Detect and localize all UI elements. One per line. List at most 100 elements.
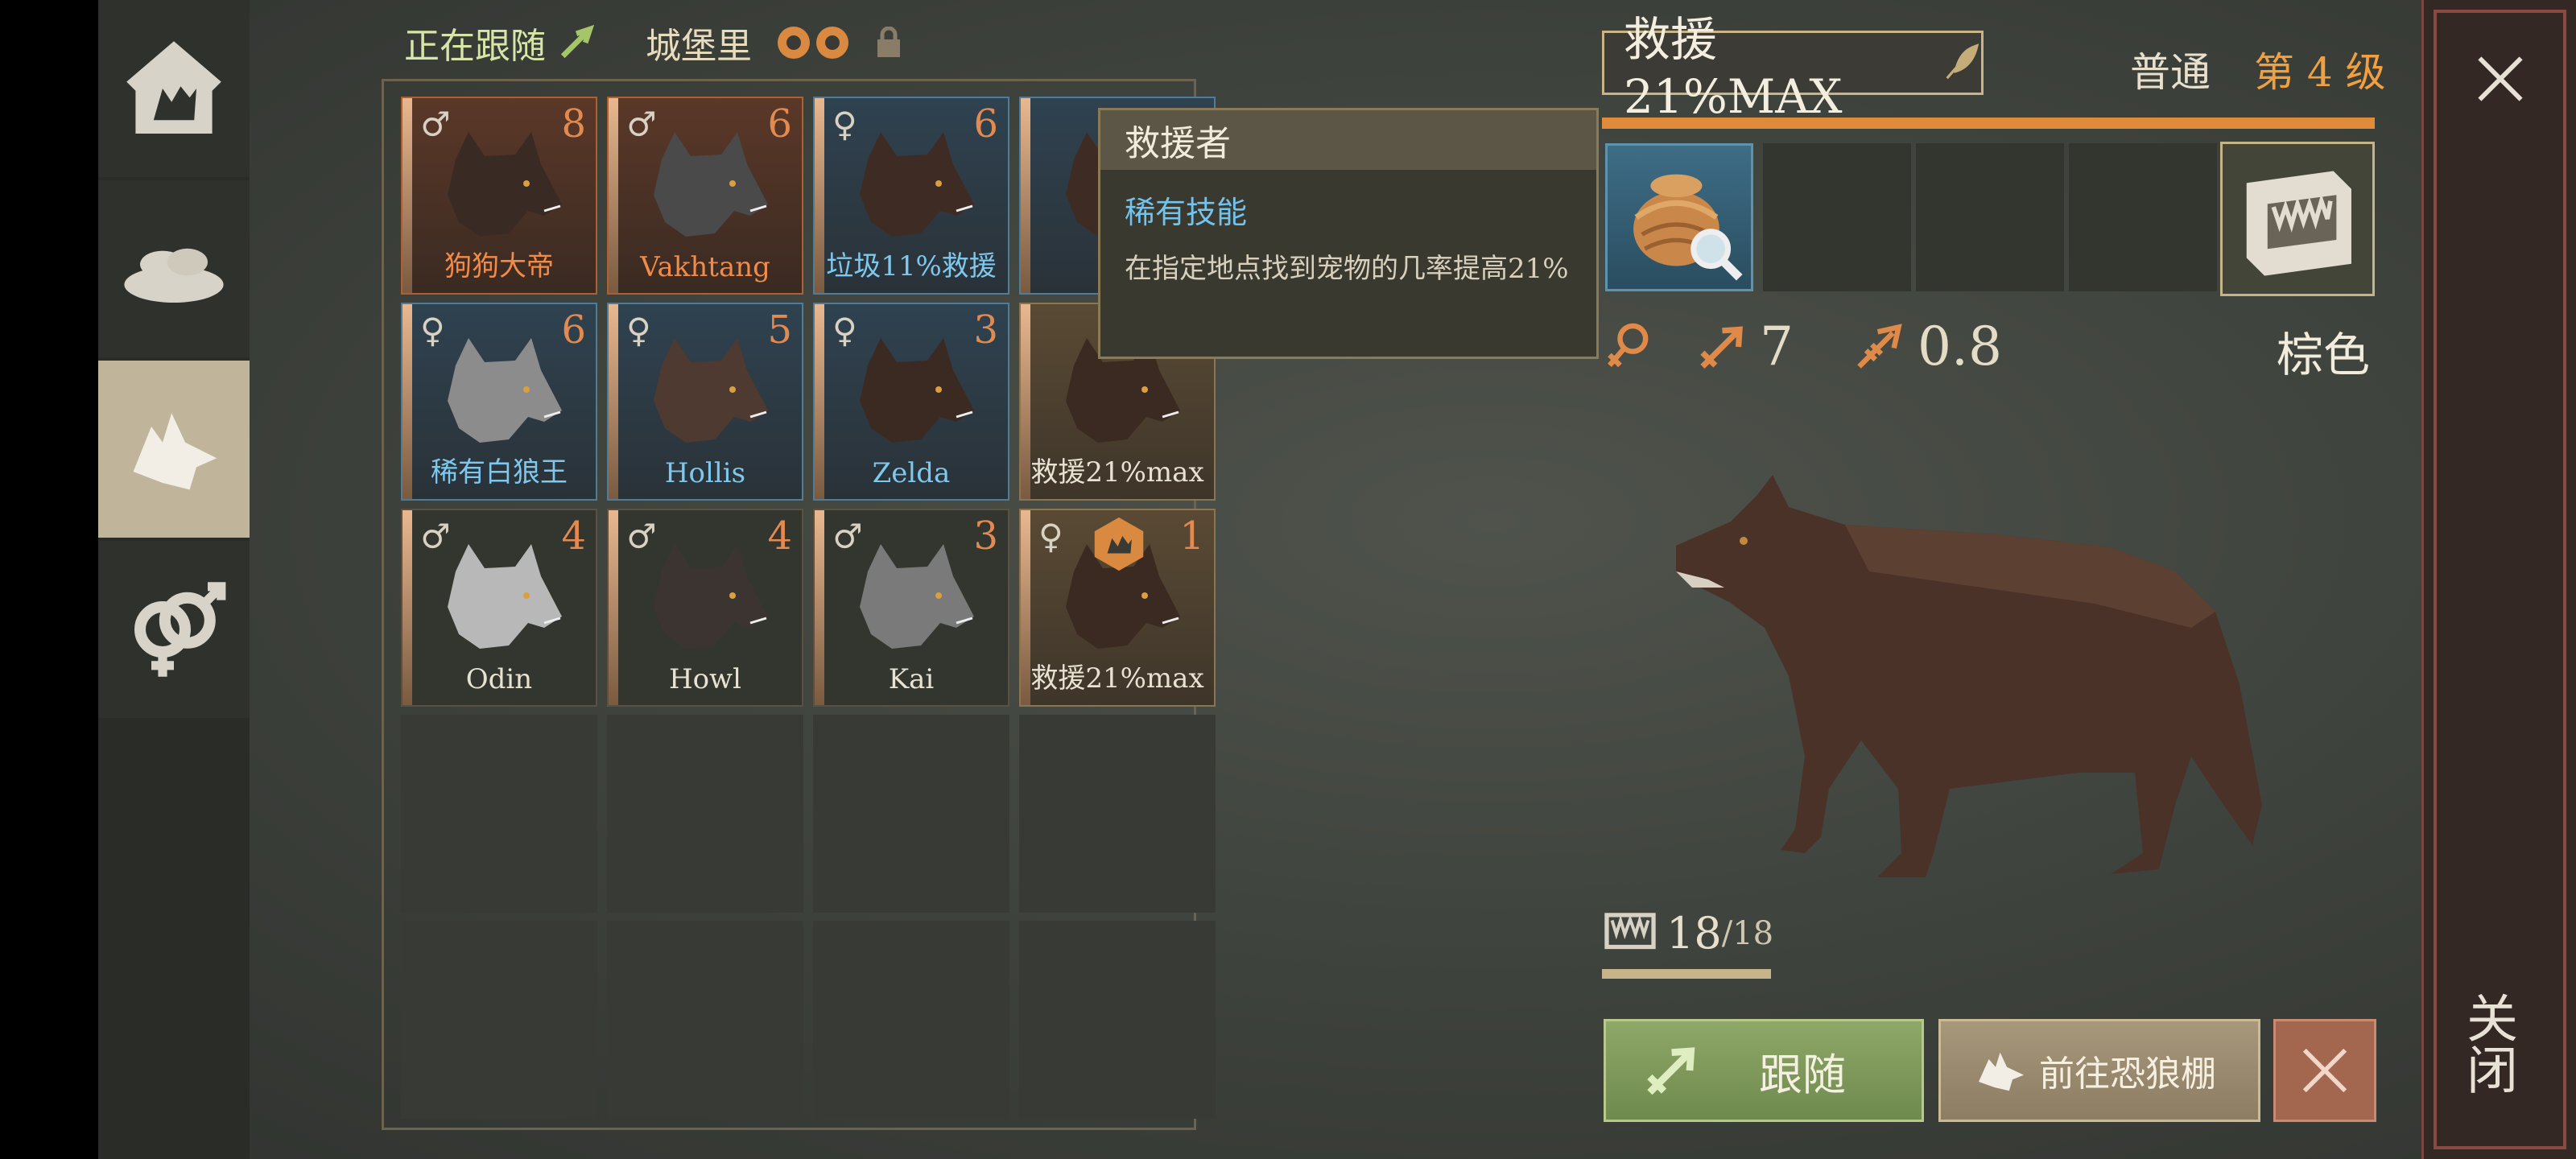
pet-gender: ♀ (832, 311, 857, 350)
pet-level-number: 6 (973, 101, 998, 146)
skill-slot-empty-2[interactable] (1916, 143, 2064, 291)
pet-name-label: 救援21%max (1030, 662, 1204, 695)
pet-level-number: 4 (561, 514, 586, 559)
pet-level-number: 4 (767, 514, 792, 559)
castle-label: 城堡里 (646, 26, 752, 67)
pet-level-number: 6 (767, 101, 792, 146)
skill-book-button[interactable] (2220, 142, 2375, 296)
basket-magnifier-icon (1633, 174, 1743, 281)
release-button[interactable] (2273, 1019, 2376, 1122)
empty-pet-slot[interactable] (813, 715, 1009, 913)
follow-button-label: 跟随 (1759, 1049, 1846, 1100)
tab-house[interactable] (98, 0, 250, 177)
close-icon (2302, 1048, 2347, 1093)
pet-gender: ♀ (626, 311, 651, 350)
hunger-bar (1602, 969, 1771, 979)
pet-rarity: 普通 (2130, 49, 2211, 96)
empty-pet-slot[interactable] (607, 715, 803, 913)
wolf-portrait-icon (860, 544, 974, 649)
follow-button[interactable]: 跟随 (1604, 1019, 1924, 1122)
fur-color: 棕色 (2277, 328, 2371, 382)
tab-pets[interactable] (98, 361, 250, 538)
skill-slot-empty-1[interactable] (1763, 143, 1911, 291)
tooltip-description: 在指定地点找到宠物的几率提高21% (1125, 253, 1569, 285)
gender-icon (134, 582, 226, 677)
female-icon (1608, 323, 1649, 368)
attack-stat: 7 (1692, 316, 1794, 377)
following-badge-icon (1094, 517, 1144, 571)
pet-level-number: 3 (973, 307, 998, 353)
pet-slot[interactable]: ♂ 3 Kai (813, 509, 1009, 707)
skill-tooltip: 救援者 稀有技能 在指定地点找到宠物的几率提高21% (1098, 108, 1599, 359)
hunger-max: /18 (1721, 914, 1774, 952)
wolf-head-icon (1979, 1052, 2024, 1091)
experience-bar (1602, 118, 2375, 129)
wolf-portrait-icon (448, 544, 562, 649)
wolf-portrait-icon (860, 338, 974, 443)
skill-slot-empty-3[interactable] (2069, 143, 2217, 291)
pet-gender: ♀ (420, 311, 445, 350)
castle-header: 城堡里 (646, 14, 903, 71)
pet-slot[interactable]: ♀ 6 垃圾11%救援 (813, 97, 1009, 295)
pet-gender: ♂ (420, 517, 451, 556)
pet-level-number: 3 (973, 514, 998, 559)
pet-name-label: 狗狗大帝 (444, 250, 554, 283)
pet-name-label: 救援21%max (1030, 456, 1204, 489)
empty-pet-slot[interactable] (1019, 921, 1216, 1119)
pet-slot[interactable]: ♀ 1 救援21%max (1019, 509, 1216, 707)
pet-slot[interactable]: ♀ 6 稀有白狼王 (401, 303, 597, 501)
pet-name-label: Vakhtang (640, 251, 770, 283)
pet-name-label: Howl (668, 663, 742, 695)
pet-gender: ♂ (626, 105, 657, 144)
wolf-head-icon (133, 413, 217, 490)
pet-slot[interactable]: ♂ 8 狗狗大帝 (401, 97, 597, 295)
food-bowl-icon (124, 248, 224, 303)
skill-slot-rescuer[interactable] (1605, 143, 1753, 291)
category-sidebar (98, 0, 250, 1159)
pet-level-number: 8 (561, 101, 586, 146)
empty-pet-slot[interactable] (401, 921, 597, 1119)
hunger-current: 18 (1666, 908, 1722, 959)
pet-slot[interactable]: ♂ 4 Odin (401, 509, 597, 707)
wolf-house-icon (126, 41, 221, 134)
speed-stat: 0.8 (1850, 316, 2002, 377)
empty-pet-slot[interactable] (607, 921, 803, 1119)
pet-slot[interactable]: ♂ 6 Vakhtang (607, 97, 803, 295)
tab-breeding[interactable] (98, 541, 250, 718)
wolf-portrait-icon (860, 132, 974, 237)
pet-level: 第 4 级 (2254, 49, 2386, 96)
pet-name: 救援21%MAX (1624, 12, 1843, 124)
fang-icon (1604, 912, 1656, 949)
pet-slot[interactable]: ♀ 5 Hollis (607, 303, 803, 501)
pet-slot[interactable]: ♀ 3 Zelda (813, 303, 1009, 501)
pet-name-label: Kai (888, 663, 935, 695)
follow-leaf-icon (560, 24, 595, 59)
attack-value: 7 (1760, 316, 1794, 377)
wolf-model[interactable] (1660, 451, 2304, 901)
tooltip-title: 救援者 (1100, 110, 1596, 170)
pet-level-number: 1 (1179, 514, 1204, 559)
wolf-portrait-icon (448, 132, 562, 237)
pet-name-box[interactable]: 救援21%MAX (1602, 12, 1984, 124)
pet-name-label: Odin (465, 663, 533, 695)
close-icon[interactable] (2475, 53, 2526, 105)
pet-level-number: 5 (767, 307, 792, 353)
empty-pet-slot[interactable] (401, 715, 597, 913)
tab-food[interactable] (98, 180, 250, 357)
pet-gender: ♀ (1038, 517, 1063, 556)
attack-icon (1700, 326, 1743, 369)
pet-slot[interactable]: ♂ 4 Howl (607, 509, 803, 707)
wolf-portrait-icon (654, 132, 768, 237)
follow-leaf-icon (1647, 1047, 1695, 1095)
wolf-portrait-icon (654, 338, 768, 443)
pet-gender: ♂ (626, 517, 657, 556)
close-panel[interactable] (2421, 0, 2576, 1159)
pet-gender: ♀ (832, 105, 857, 144)
pet-name-label: 垃圾11%救援 (826, 250, 997, 283)
empty-pet-slot[interactable] (1019, 715, 1216, 913)
go-to-pen-label: 前往恐狼棚 (2039, 1054, 2216, 1095)
speed-value: 0.8 (1918, 316, 2002, 377)
go-to-pen-button[interactable]: 前往恐狼棚 (1938, 1019, 2260, 1122)
empty-pet-slot[interactable] (813, 921, 1009, 1119)
pet-gender: ♂ (832, 517, 863, 556)
